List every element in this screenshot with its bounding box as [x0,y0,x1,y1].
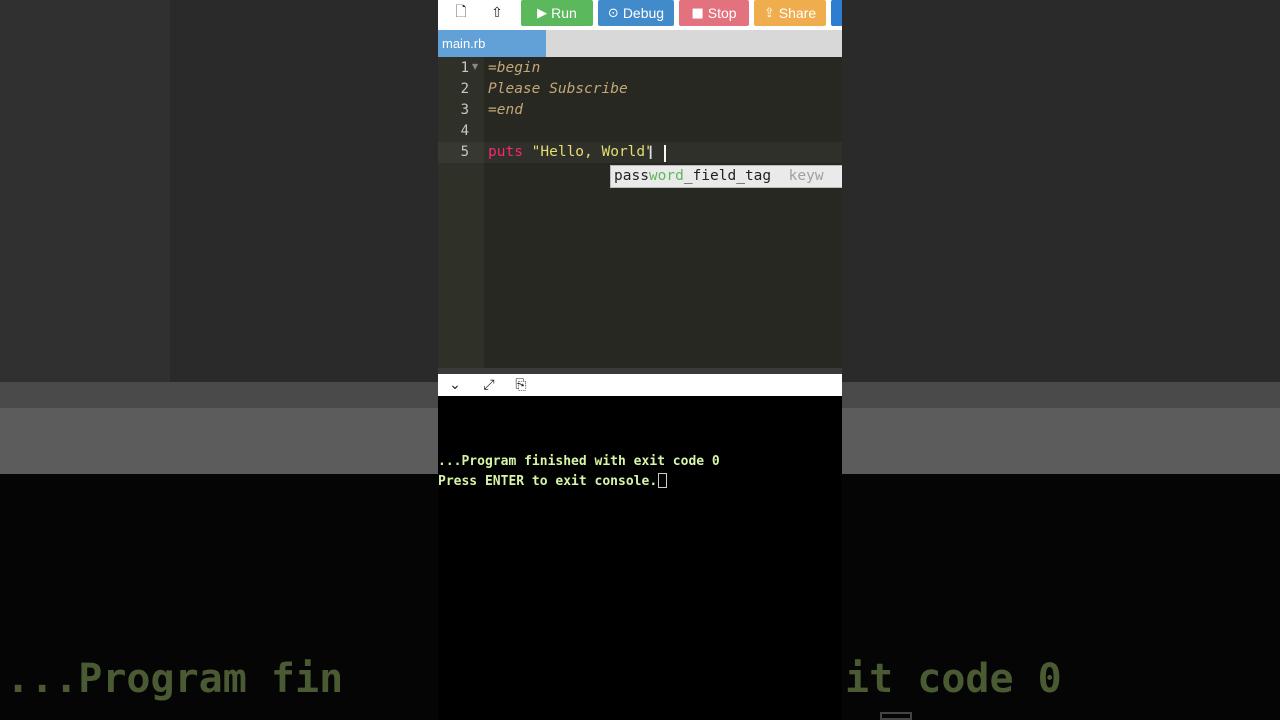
autocomplete-meta: keyw [788,168,824,184]
code-line: =begin [488,60,541,76]
stop-button[interactable]: ■ Stop [679,0,749,26]
line-number: 1 [460,60,469,76]
debug-icon: ⊙ [607,5,619,21]
code-line: Please Subscribe [488,81,628,97]
code-editor[interactable]: 1 ▼ 2 3 4 5 =begin Please Subscribe =end… [438,57,842,368]
ibeam-cursor-icon: I [648,143,654,164]
share-button[interactable]: ⇪ Share [754,0,826,26]
bg-console-cursor [880,712,912,720]
bg-console-text-left: ...Program fin [6,656,344,702]
console-prompt-text: Press ENTER to exit console. [438,474,658,489]
text-caret [664,145,666,162]
main-toolbar: 🗋 ⇧ ▶ Run ⊙ Debug ■ Stop ⇪ Share [438,0,842,30]
share-icon: ⇪ [763,5,775,21]
play-icon: ▶ [537,5,548,21]
run-button[interactable]: ▶ Run [521,0,593,26]
tab-main-rb[interactable]: main.rb [438,30,546,57]
online-ide: 🗋 ⇧ ▶ Run ⊙ Debug ■ Stop ⇪ Share main.rb… [438,0,842,720]
keyword-puts: puts [488,144,523,160]
expand-icon[interactable]: ⤢ [477,375,501,395]
line-number: 3 [460,102,469,118]
debug-button[interactable]: ⊙ Debug [598,0,674,26]
debug-label: Debug [622,5,665,21]
code-line: puts "Hello, World" [488,144,654,160]
console-output[interactable]: ...Program finished with exit code 0 Pre… [438,396,842,720]
overflow-button[interactable] [831,0,842,26]
line-number: 5 [460,144,469,160]
fold-arrow-icon[interactable]: ▼ [472,62,478,71]
new-file-icon[interactable]: 🗋 [446,2,476,24]
share-label: Share [778,5,817,21]
console-line-prompt: Press ENTER to exit console. [438,473,668,489]
line-number: 2 [460,81,469,97]
autocomplete-popup[interactable]: password_field_tag keyw [610,165,842,188]
bg-console-text-right: it code 0 [845,656,1062,702]
console-line-exit: ...Program finished with exit code 0 [438,454,720,469]
console-cursor [658,473,668,488]
string-literal: "Hello, World" [531,144,654,160]
console-toolbar: ⌄ ⤢ ⎘ [438,374,842,396]
autocomplete-highlight: word [648,168,684,184]
autocomplete-match: pass [614,168,649,184]
code-line: =end [488,102,523,118]
bg-gutter [0,0,170,382]
autocomplete-rest: _field_tag [683,168,772,184]
upload-icon[interactable]: ⇧ [482,2,512,24]
stop-label: Stop [707,5,737,21]
line-number: 4 [460,123,469,139]
clipboard-icon[interactable]: ⎘ [509,375,533,395]
stop-icon: ■ [691,5,704,21]
run-label: Run [551,5,577,21]
file-tab-bar: main.rb [438,30,842,57]
chevron-down-icon[interactable]: ⌄ [443,375,467,395]
